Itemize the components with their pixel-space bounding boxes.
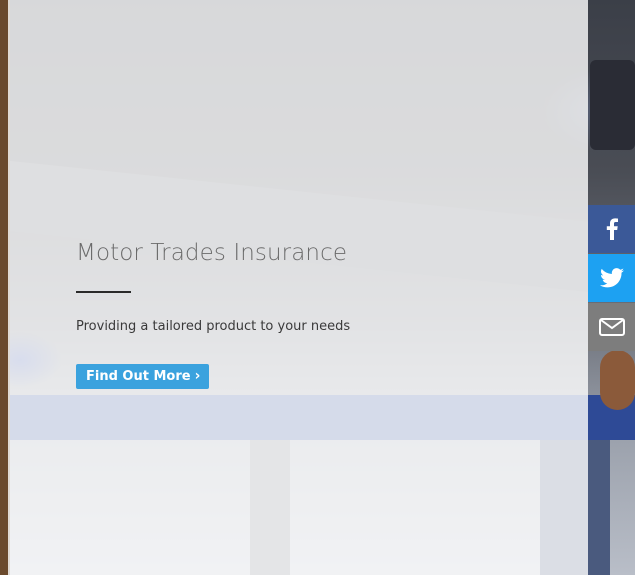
find-out-more-button[interactable]: Find Out More › <box>76 364 210 389</box>
background-suspension <box>590 60 635 150</box>
twitter-icon <box>599 268 624 288</box>
facebook-icon <box>606 218 618 240</box>
social-share-bar <box>588 205 635 352</box>
hero-subtitle: Providing a tailored product to your nee… <box>76 319 351 334</box>
hero-title: Motor Trades Insurance <box>76 240 348 266</box>
background-mechanic <box>600 350 635 410</box>
hero-overlay-panel: Motor Trades Insurance Providing a tailo… <box>8 0 588 575</box>
twitter-share-button[interactable] <box>588 254 635 302</box>
find-out-more-label: Find Out More <box>86 369 191 384</box>
facebook-share-button[interactable] <box>588 205 635 253</box>
email-share-button[interactable] <box>588 303 635 351</box>
chevron-right-icon: › <box>194 367 201 384</box>
envelope-icon <box>598 318 625 336</box>
title-divider <box>76 291 131 293</box>
